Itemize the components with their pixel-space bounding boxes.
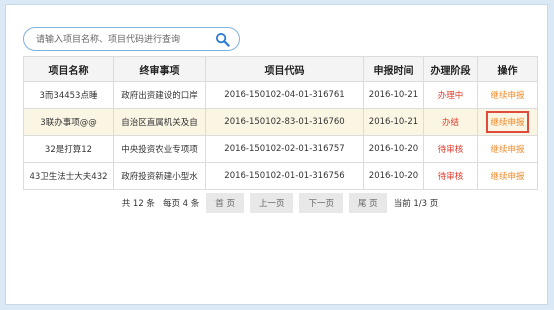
col-header-date: 申报时间 (363, 56, 424, 82)
cell-matter: 自治区直属机关及自 (113, 108, 206, 136)
prev-page-button[interactable]: 上一页 (249, 193, 294, 213)
col-header-code: 项目代码 (205, 56, 364, 82)
cell-date: 2016-10-20 (363, 162, 424, 190)
current-page-info: 当前 1/3 页 (393, 199, 439, 209)
pagination: 共 12 条 每页 4 条 首 页 上一页 下一页 尾 页 当前 1/3 页 (23, 193, 537, 213)
table-row[interactable]: 3而34453点睡 政府出资建设的口岸 2016-150102-04-01-31… (23, 81, 538, 109)
continue-apply-link[interactable]: 继续申报 (486, 111, 529, 133)
cell-code: 2016-150102-02-01-316757 (205, 135, 364, 163)
col-header-name: 项目名称 (23, 56, 114, 82)
table-header-row: 项目名称 终审事项 项目代码 申报时间 办理阶段 操作 (23, 56, 538, 82)
cell-matter: 中央投资农业专项项 (113, 135, 206, 163)
table-row[interactable]: 32是打算12 中央投资农业专项项 2016-150102-02-01-3167… (23, 135, 538, 163)
table-row[interactable]: 3联办事项@@ 自治区直属机关及自 2016-150102-83-01-3167… (23, 108, 538, 136)
first-page-button[interactable]: 首 页 (206, 193, 244, 213)
cell-name: 3而34453点睡 (23, 81, 114, 109)
cell-stage: 待审核 (423, 162, 478, 190)
cell-name: 3联办事项@@ (23, 108, 114, 136)
cell-matter: 政府投资新建小型水 (113, 162, 206, 190)
col-header-action: 操作 (477, 56, 538, 82)
cell-name: 32是打算12 (23, 135, 114, 163)
cell-stage: 待审核 (423, 135, 478, 163)
project-table: 项目名称 终审事项 项目代码 申报时间 办理阶段 操作 3而34453点睡 政府… (23, 56, 538, 190)
cell-stage: 办结 (423, 108, 478, 136)
cell-stage: 办理中 (423, 81, 478, 109)
col-header-stage: 办理阶段 (423, 56, 478, 82)
cell-date: 2016-10-21 (363, 108, 424, 136)
search-icon[interactable] (215, 32, 230, 47)
cell-code: 2016-150102-04-01-316761 (205, 81, 364, 109)
cell-code: 2016-150102-83-01-316760 (205, 108, 364, 136)
continue-apply-link[interactable]: 继续申报 (477, 135, 538, 163)
cell-matter: 政府出资建设的口岸 (113, 81, 206, 109)
table-row[interactable]: 43卫生法士大夫432 政府投资新建小型水 2016-150102-01-01-… (23, 162, 538, 190)
last-page-button[interactable]: 尾 页 (348, 193, 387, 213)
continue-apply-cell: 继续申报 (477, 108, 538, 136)
per-page-info: 每页 4 条 (162, 199, 200, 209)
cell-date: 2016-10-20 (363, 135, 424, 163)
cell-code: 2016-150102-01-01-316756 (205, 162, 364, 190)
search-box[interactable] (23, 27, 240, 51)
next-page-button[interactable]: 下一页 (299, 193, 343, 213)
search-input[interactable] (36, 32, 216, 47)
col-header-matter: 终审事项 (113, 56, 206, 82)
total-count: 共 12 条 (121, 199, 155, 209)
continue-apply-link[interactable]: 继续申报 (477, 81, 538, 109)
cell-date: 2016-10-21 (363, 81, 424, 109)
continue-apply-link[interactable]: 继续申报 (477, 162, 538, 190)
cell-name: 43卫生法士大夫432 (23, 162, 114, 190)
